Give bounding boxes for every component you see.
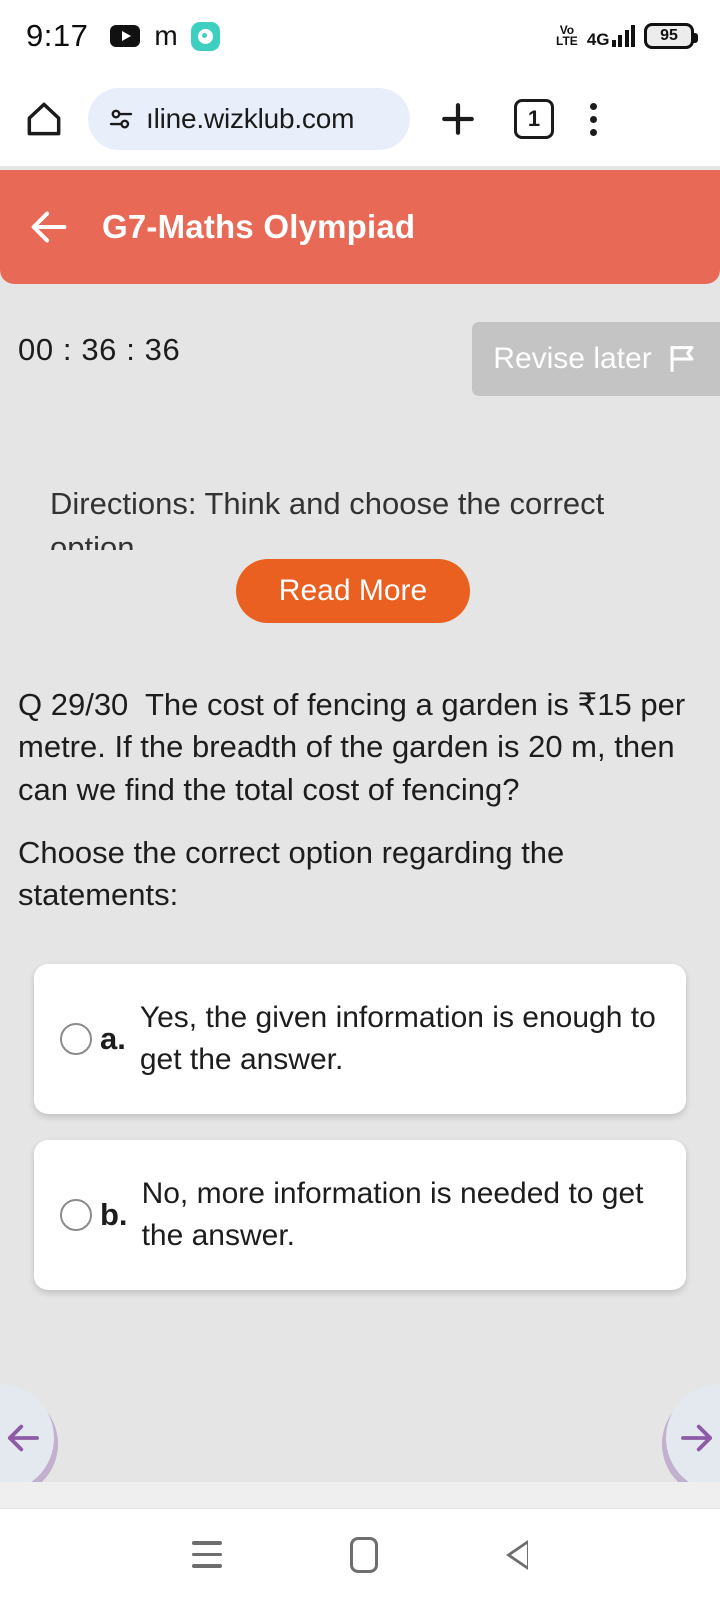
teal-app-icon xyxy=(190,21,220,51)
back-triangle-icon[interactable] xyxy=(506,1539,528,1570)
signal-bars-icon xyxy=(611,25,635,47)
battery-icon: 95 xyxy=(644,23,698,49)
read-more-button[interactable]: Read More xyxy=(236,559,470,623)
question-number: Q 29/30 xyxy=(18,687,129,722)
quiz-timer: 00 : 36 : 36 xyxy=(18,332,181,367)
status-right-icons: Vo LTE 4G 95 xyxy=(556,23,698,49)
option-letter-b: b. xyxy=(100,1197,128,1232)
tab-counter-button[interactable]: 1 xyxy=(514,99,554,139)
option-text-a: Yes, the given information is enough to … xyxy=(139,1001,656,1076)
status-bar: 9:17 m Vo LTE 4G 95 xyxy=(0,0,720,72)
option-card-b[interactable]: b. No, more information is needed to get… xyxy=(34,1140,686,1290)
status-notification-icons: m xyxy=(110,20,220,51)
question-block: Q 29/30 The cost of fencing a garden is … xyxy=(18,684,702,811)
revise-later-label: Revise later xyxy=(493,342,652,375)
flag-icon xyxy=(665,342,699,376)
sub-prompt-text: Choose the correct option regarding the … xyxy=(18,835,565,913)
option-letter-a: a. xyxy=(100,1021,126,1056)
m-app-icon: m xyxy=(154,20,177,51)
next-question-button[interactable] xyxy=(666,1384,720,1492)
browser-toolbar: ıline.wizklub.com 1 xyxy=(0,72,720,166)
volte-icon: Vo LTE xyxy=(556,23,578,48)
app-header: G7-Maths Olympiad xyxy=(0,170,720,284)
kebab-menu-icon[interactable] xyxy=(590,102,597,136)
youtube-icon xyxy=(110,25,141,47)
revise-later-button[interactable]: Revise later xyxy=(472,322,720,396)
radio-button-b[interactable] xyxy=(60,1199,92,1231)
directions-clipped-block: Directions: Think and choose the correct… xyxy=(0,482,720,550)
quiz-content: 00 : 36 : 36 Revise later Directions: Th… xyxy=(0,284,720,1508)
status-clock: 9:17 xyxy=(26,18,89,53)
recents-icon[interactable] xyxy=(192,1541,222,1568)
home-icon[interactable] xyxy=(22,97,66,141)
read-more-label: Read More xyxy=(278,574,428,607)
arrow-left-icon xyxy=(7,1424,39,1452)
home-square-icon[interactable] xyxy=(350,1536,378,1573)
option-text-b: No, more information is needed to get th… xyxy=(141,1177,644,1252)
options-list: a. Yes, the given information is enough … xyxy=(0,964,720,1316)
system-navigation-bar xyxy=(0,1508,720,1600)
address-bar[interactable]: ıline.wizklub.com xyxy=(88,88,410,150)
signal-icon: 4G xyxy=(587,25,635,48)
page-info-icon[interactable] xyxy=(106,104,136,134)
option-card-a[interactable]: a. Yes, the given information is enough … xyxy=(34,964,686,1114)
url-text: ıline.wizklub.com xyxy=(146,103,355,134)
radio-button-a[interactable] xyxy=(60,1023,92,1055)
directions-text: Directions: Think and choose the correct… xyxy=(50,486,605,550)
plus-icon[interactable] xyxy=(436,97,480,141)
back-arrow-icon[interactable] xyxy=(26,204,72,250)
quiz-topbar: 00 : 36 : 36 Revise later xyxy=(0,304,720,396)
page-title: G7-Maths Olympiad xyxy=(102,208,416,245)
previous-question-button[interactable] xyxy=(0,1384,54,1492)
tab-count-label: 1 xyxy=(527,106,541,131)
phone-screen: 9:17 m Vo LTE 4G 95 ıline.wizklub.com 1 … xyxy=(0,0,720,1600)
arrow-right-icon xyxy=(681,1424,713,1452)
page-bottom-strip xyxy=(0,1482,720,1508)
